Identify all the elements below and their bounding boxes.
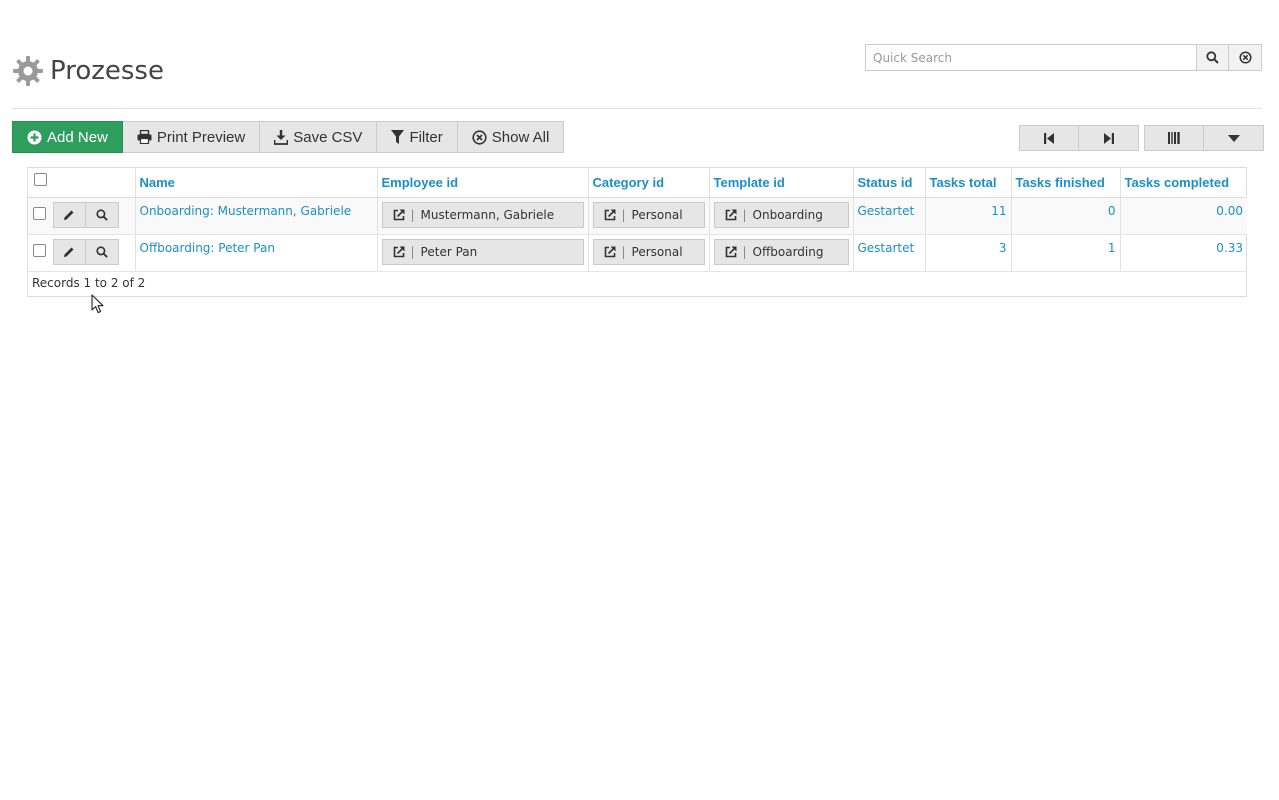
records-table: Name Employee id Category id Template id… bbox=[27, 167, 1247, 297]
template-lookup-button[interactable]: | Offboarding bbox=[713, 238, 849, 265]
add-new-label: Add New bbox=[47, 128, 108, 146]
column-header[interactable]: Category id bbox=[593, 175, 665, 190]
page-title: Prozesse bbox=[50, 56, 164, 86]
add-new-button[interactable]: Add New bbox=[12, 121, 123, 153]
filter-icon bbox=[391, 130, 405, 144]
column-header[interactable]: Tasks finished bbox=[1016, 175, 1105, 190]
template-value: Onboarding bbox=[752, 207, 823, 222]
options-dropdown-button[interactable] bbox=[1204, 125, 1264, 151]
tasks-completed-value[interactable]: 0.33 bbox=[1216, 241, 1243, 255]
column-header[interactable]: Tasks total bbox=[930, 175, 997, 190]
tasks-total-value[interactable]: 11 bbox=[991, 204, 1006, 218]
employee-value: Peter Pan bbox=[420, 244, 478, 259]
category-value: Personal bbox=[631, 244, 683, 259]
row-checkbox[interactable] bbox=[33, 206, 46, 220]
select-all-checkbox[interactable] bbox=[34, 172, 47, 186]
column-header[interactable]: Status id bbox=[858, 175, 913, 190]
table-row: Offboarding: Peter Pan | Peter Pan | Perso… bbox=[28, 234, 1247, 272]
external-link-icon bbox=[393, 209, 404, 220]
employee-lookup-button[interactable]: | Peter Pan bbox=[381, 238, 584, 265]
columns-icon bbox=[1168, 132, 1180, 144]
column-header[interactable]: Template id bbox=[714, 175, 785, 190]
last-page-button[interactable] bbox=[1079, 125, 1139, 151]
external-link-icon bbox=[604, 209, 615, 220]
external-link-icon bbox=[393, 246, 404, 257]
external-link-icon bbox=[725, 246, 736, 257]
tasks-completed-value[interactable]: 0.00 bbox=[1216, 204, 1243, 218]
column-header[interactable]: Employee id bbox=[382, 175, 459, 190]
first-page-icon bbox=[1044, 132, 1054, 144]
filter-label: Filter bbox=[409, 128, 443, 146]
external-link-icon bbox=[604, 246, 615, 257]
tasks-finished-value[interactable]: 1 bbox=[1108, 241, 1116, 255]
clear-circle-icon bbox=[472, 129, 487, 145]
columns-button[interactable] bbox=[1144, 125, 1204, 151]
quick-search-input[interactable] bbox=[865, 44, 1196, 71]
pager bbox=[1019, 125, 1264, 151]
quick-search bbox=[865, 44, 1262, 71]
row-checkbox[interactable] bbox=[33, 243, 46, 257]
toolbar: Add New Print Preview Save CSV Filter Sh… bbox=[12, 121, 565, 153]
table-header-row: Name Employee id Category id Template id… bbox=[28, 168, 1247, 198]
table-row: Onboarding: Mustermann, Gabriele | Muster… bbox=[28, 197, 1247, 235]
status-link[interactable]: Gestartet bbox=[858, 241, 915, 255]
employee-value: Mustermann, Gabriele bbox=[420, 207, 555, 222]
template-value: Offboarding bbox=[752, 244, 824, 259]
name-link[interactable]: Onboarding: Mustermann, Gabriele bbox=[140, 204, 352, 218]
gear-icon bbox=[13, 56, 43, 86]
column-header[interactable]: Tasks completed bbox=[1125, 175, 1230, 190]
mouse-cursor-icon bbox=[91, 294, 104, 314]
print-preview-label: Print Preview bbox=[156, 128, 246, 146]
records-count: Records 1 to 2 of 2 bbox=[32, 276, 146, 290]
clear-search-button[interactable] bbox=[1229, 44, 1262, 71]
status-link[interactable]: Gestartet bbox=[858, 204, 915, 218]
quick-search-button[interactable] bbox=[1196, 44, 1229, 71]
last-page-icon bbox=[1103, 132, 1114, 144]
plus-circle-icon bbox=[27, 130, 42, 144]
name-link[interactable]: Offboarding: Peter Pan bbox=[140, 241, 275, 255]
tasks-total-value[interactable]: 3 bbox=[999, 241, 1007, 255]
show-all-label: Show All bbox=[491, 128, 550, 146]
column-header[interactable]: Name bbox=[140, 175, 175, 190]
save-csv-label: Save CSV bbox=[293, 128, 363, 146]
show-all-button[interactable]: Show All bbox=[457, 121, 565, 153]
header-divider bbox=[12, 108, 1262, 109]
pencil-icon bbox=[64, 247, 74, 257]
category-lookup-button[interactable]: | Personal bbox=[592, 238, 705, 265]
caret-down-icon bbox=[1227, 134, 1240, 142]
external-link-icon bbox=[725, 209, 736, 220]
print-icon bbox=[137, 130, 152, 144]
search-icon bbox=[1206, 51, 1219, 64]
page-header: Prozesse bbox=[12, 55, 164, 87]
category-value: Personal bbox=[631, 207, 683, 222]
view-button[interactable] bbox=[85, 238, 119, 265]
clear-circle-icon bbox=[1238, 51, 1252, 64]
first-page-button[interactable] bbox=[1019, 125, 1079, 151]
search-icon bbox=[96, 208, 108, 221]
pencil-icon bbox=[64, 210, 74, 220]
tasks-finished-value[interactable]: 0 bbox=[1108, 204, 1116, 218]
edit-button[interactable] bbox=[52, 238, 86, 265]
view-button[interactable] bbox=[85, 201, 119, 228]
save-csv-button[interactable]: Save CSV bbox=[260, 121, 378, 153]
filter-button[interactable]: Filter bbox=[377, 121, 458, 153]
employee-lookup-button[interactable]: | Mustermann, Gabriele bbox=[381, 201, 584, 228]
template-lookup-button[interactable]: | Onboarding bbox=[713, 201, 849, 228]
search-icon bbox=[96, 245, 108, 258]
category-lookup-button[interactable]: | Personal bbox=[592, 201, 705, 228]
select-all-cell bbox=[28, 168, 136, 198]
edit-button[interactable] bbox=[52, 201, 86, 228]
download-icon bbox=[274, 129, 289, 145]
print-preview-button[interactable]: Print Preview bbox=[122, 121, 261, 153]
